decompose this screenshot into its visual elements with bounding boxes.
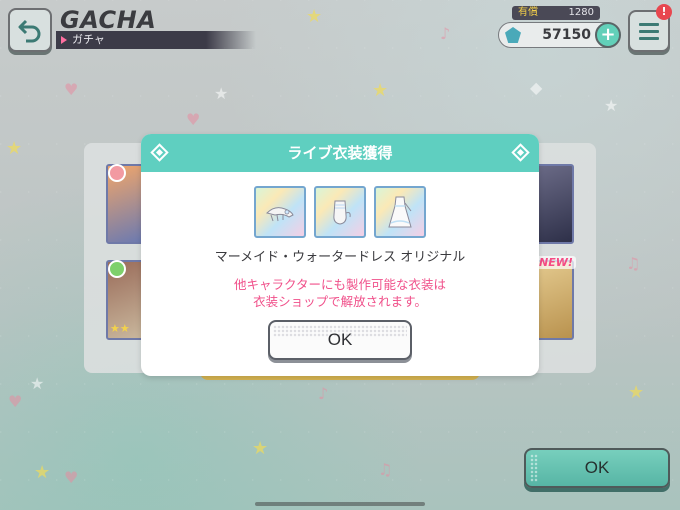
star-decoration-icon: ★ — [372, 80, 389, 101]
star-decoration-icon: ★ — [252, 438, 269, 459]
dress-icon — [388, 196, 412, 228]
menu-line — [639, 22, 659, 26]
notice-line: 衣装ショップで解放されます。 — [253, 294, 427, 309]
star-decoration-icon: ★ — [6, 138, 23, 159]
heart-decoration-icon: ♥ — [64, 468, 79, 487]
add-gems-button[interactable]: + — [595, 22, 621, 48]
heart-decoration-icon: ♥ — [8, 392, 23, 411]
back-arrow-icon — [18, 19, 41, 43]
gloves-icon — [333, 200, 351, 225]
star-decoration-icon: ★ — [628, 382, 645, 403]
costume-item[interactable] — [314, 186, 366, 238]
menu-line — [639, 29, 659, 33]
result-ok-button[interactable]: OK — [524, 448, 670, 488]
gem-icon — [505, 27, 521, 43]
menu-line — [639, 36, 659, 40]
accessory-icon — [266, 207, 294, 222]
music-note-decoration-icon: ♪ — [440, 24, 451, 43]
home-indicator[interactable] — [255, 502, 425, 506]
music-note-decoration-icon: ♫ — [378, 460, 393, 479]
page-subtitle-bar: ガチャ — [56, 31, 256, 49]
dialog-ok-label: OK — [327, 330, 353, 349]
new-tag: NEW! — [536, 256, 576, 269]
music-note-decoration-icon: ♫ — [626, 254, 641, 273]
paid-amount: 1280 — [568, 7, 594, 18]
card-rarity-stars: ★★ — [110, 322, 130, 335]
notice-line: 他キャラクターにも製作可能な衣装は — [233, 277, 446, 292]
heart-decoration-icon: ♥ — [64, 80, 79, 99]
play-triangle-icon — [61, 36, 67, 44]
star-decoration-icon: ★ — [604, 96, 619, 115]
member-card — [536, 164, 574, 244]
star-decoration-icon: ★ — [30, 374, 45, 393]
costume-item[interactable] — [254, 186, 306, 238]
gem-amount: 57150 — [542, 27, 591, 43]
gem-balance: 57150 + — [498, 22, 621, 48]
paid-gem-row: 有償 1280 — [512, 6, 600, 20]
costume-name: マーメイド・ウォータードレス オリジナル — [214, 250, 466, 265]
card-attribute-icon — [108, 164, 126, 182]
card-attribute-icon — [108, 260, 126, 278]
currency-display: 有償 1280 57150 + — [498, 6, 622, 48]
star-decoration-icon: ★ — [214, 84, 229, 103]
dialog-title: ライブ衣装獲得 — [287, 144, 393, 162]
dialog-ok-button[interactable]: OK — [268, 320, 412, 360]
costume-item[interactable] — [374, 186, 426, 238]
page-subtitle: ガチャ — [72, 33, 105, 46]
notification-badge: ! — [656, 4, 672, 20]
unlock-notice: 他キャラクターにも製作可能な衣装は 衣装ショップで解放されます。 — [141, 276, 539, 310]
costume-acquired-dialog: ライブ衣装獲得 マーメイド・ウォータードレス オリジナル 他キャラクターにも製作… — [141, 134, 539, 376]
star-decoration-icon: ★ — [34, 462, 51, 483]
costume-item-list — [254, 186, 426, 238]
star-decoration-icon: ★ — [306, 6, 323, 27]
music-note-decoration-icon: ♪ — [318, 384, 329, 403]
diamond-decoration-icon: ◆ — [530, 78, 543, 97]
back-button[interactable] — [8, 8, 52, 52]
member-card — [536, 260, 574, 340]
paid-label: 有償 — [518, 7, 538, 18]
heart-decoration-icon: ♥ — [186, 110, 201, 129]
dialog-header: ライブ衣装獲得 — [141, 134, 539, 172]
page-title: GACHA — [60, 6, 157, 34]
